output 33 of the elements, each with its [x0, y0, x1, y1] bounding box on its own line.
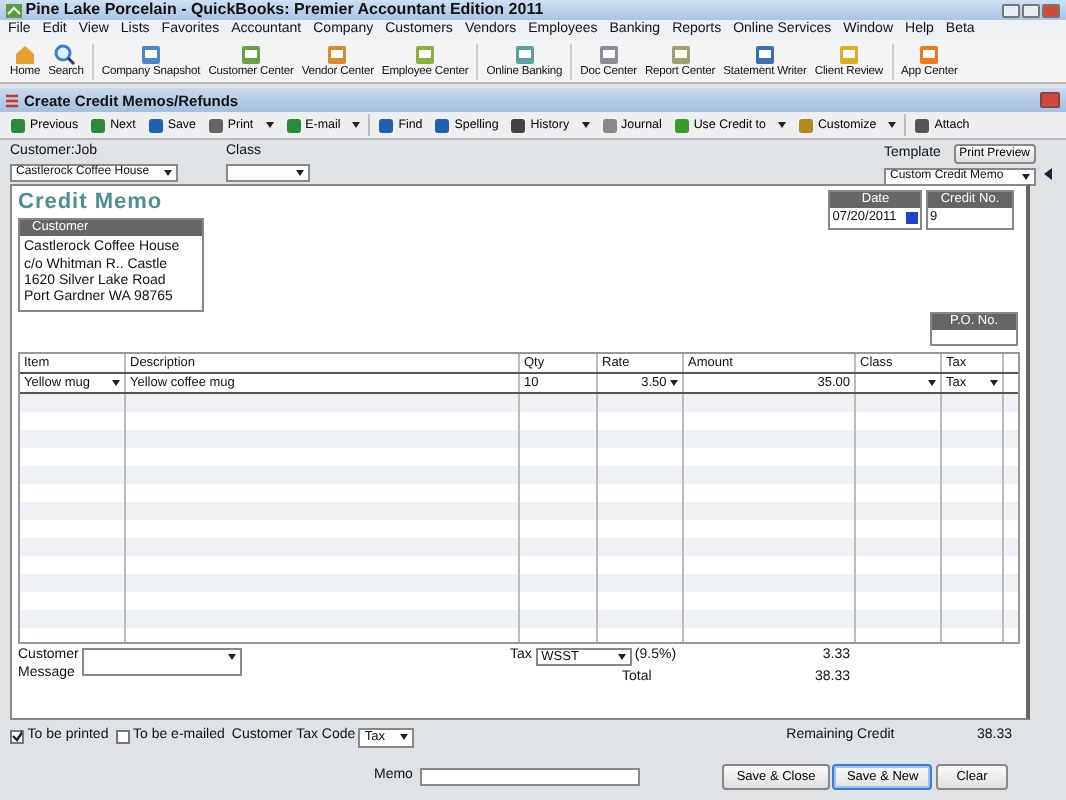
- toolbar-icon: [10, 117, 26, 133]
- toolbar-icon: [914, 117, 931, 133]
- dropdown-arrow[interactable]: [261, 122, 278, 128]
- memo-field[interactable]: [420, 768, 641, 786]
- toolbar-icon: [797, 117, 814, 133]
- form-heading: Credit Memo: [18, 190, 165, 217]
- menu-icon[interactable]: [6, 93, 18, 107]
- toolbar-icon: [285, 117, 302, 133]
- triangle-icon[interactable]: [1044, 168, 1052, 180]
- toolbar-icon: [601, 117, 618, 133]
- minimize-button[interactable]: [1002, 3, 1020, 17]
- maximize-button[interactable]: [1022, 3, 1040, 17]
- toolbar-icon: [510, 117, 527, 133]
- toolbar-icon: [378, 117, 395, 133]
- toolbar-icon: [207, 117, 224, 133]
- toolbar-icon: [147, 117, 164, 133]
- dropdown-arrow[interactable]: [773, 122, 790, 128]
- message-dropdown[interactable]: [82, 648, 242, 677]
- house-icon: [14, 44, 37, 67]
- dropdown-arrow[interactable]: [577, 122, 594, 128]
- toolbar-icon: [673, 117, 690, 133]
- search-icon: [54, 44, 77, 67]
- dropdown-arrow[interactable]: [348, 122, 365, 128]
- app-icon: [6, 3, 22, 17]
- toolbar-icon: [90, 117, 107, 133]
- close-button[interactable]: [1042, 3, 1060, 17]
- toolbar-icon: [434, 117, 451, 133]
- checkbox[interactable]: [10, 729, 24, 744]
- class-dropdown[interactable]: [226, 164, 310, 183]
- checkbox[interactable]: [115, 729, 130, 744]
- calendar-icon[interactable]: [906, 212, 919, 224]
- dropdown-arrow[interactable]: [884, 122, 901, 128]
- window-title: Pine Lake Porcelain - QuickBooks: Premier Accountant Edition 2011: [25, 0, 544, 20]
